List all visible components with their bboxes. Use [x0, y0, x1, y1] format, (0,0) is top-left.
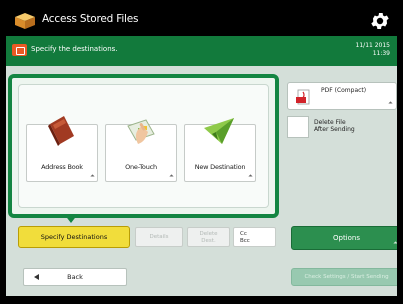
status-datetime: 11/11 2015 11:39 — [356, 42, 390, 58]
address-book-label: Address Book — [41, 163, 83, 171]
panel-pointer — [64, 214, 78, 223]
box-icon — [15, 13, 35, 29]
new-destination-label: New Destination — [194, 163, 246, 171]
cc-bcc-button[interactable]: Cc Bcc — [233, 227, 276, 247]
corner-arrow-icon — [393, 241, 397, 246]
corner-arrow-icon — [90, 174, 95, 179]
delete-after-sending-checkbox[interactable] — [287, 116, 309, 138]
one-touch-icon — [127, 119, 155, 144]
options-button[interactable]: Options — [291, 226, 397, 250]
corner-arrow-icon — [388, 101, 393, 106]
screen: Access Stored Files Specify the destinat… — [6, 6, 397, 296]
details-button[interactable]: Details — [135, 227, 183, 247]
corner-arrow-icon — [248, 174, 253, 179]
envelope-icon — [12, 44, 27, 56]
back-button[interactable]: Back — [23, 268, 127, 286]
paper-plane-icon — [204, 118, 234, 144]
status-date: 11/11 2015 — [355, 42, 390, 49]
address-book-icon — [48, 116, 74, 146]
status-message: Specify the destinations. — [31, 45, 118, 53]
start-sending-button[interactable]: Check Settings / Start Sending — [291, 268, 397, 286]
file-format-button[interactable]: PDF (Compact) — [287, 82, 397, 110]
delete-after-sending-label: Delete File After Sending — [314, 119, 355, 133]
options-label: Options — [332, 234, 360, 242]
specify-destinations-button[interactable]: Specify Destinations — [18, 226, 130, 248]
gear-icon[interactable] — [369, 10, 391, 32]
back-label: Back — [67, 273, 83, 281]
one-touch-label: One-Touch — [125, 163, 157, 171]
title-bar: Access Stored Files — [6, 6, 397, 36]
status-bar: Specify the destinations. 11/11 2015 11:… — [6, 36, 397, 66]
corner-arrow-icon — [169, 174, 174, 179]
file-format-label: PDF (Compact) — [321, 87, 367, 94]
pdf-icon — [296, 89, 310, 105]
delete-destination-button[interactable]: Delete Dest. — [187, 227, 230, 247]
status-time: 11:39 — [372, 50, 390, 57]
page-title: Access Stored Files — [42, 13, 139, 25]
